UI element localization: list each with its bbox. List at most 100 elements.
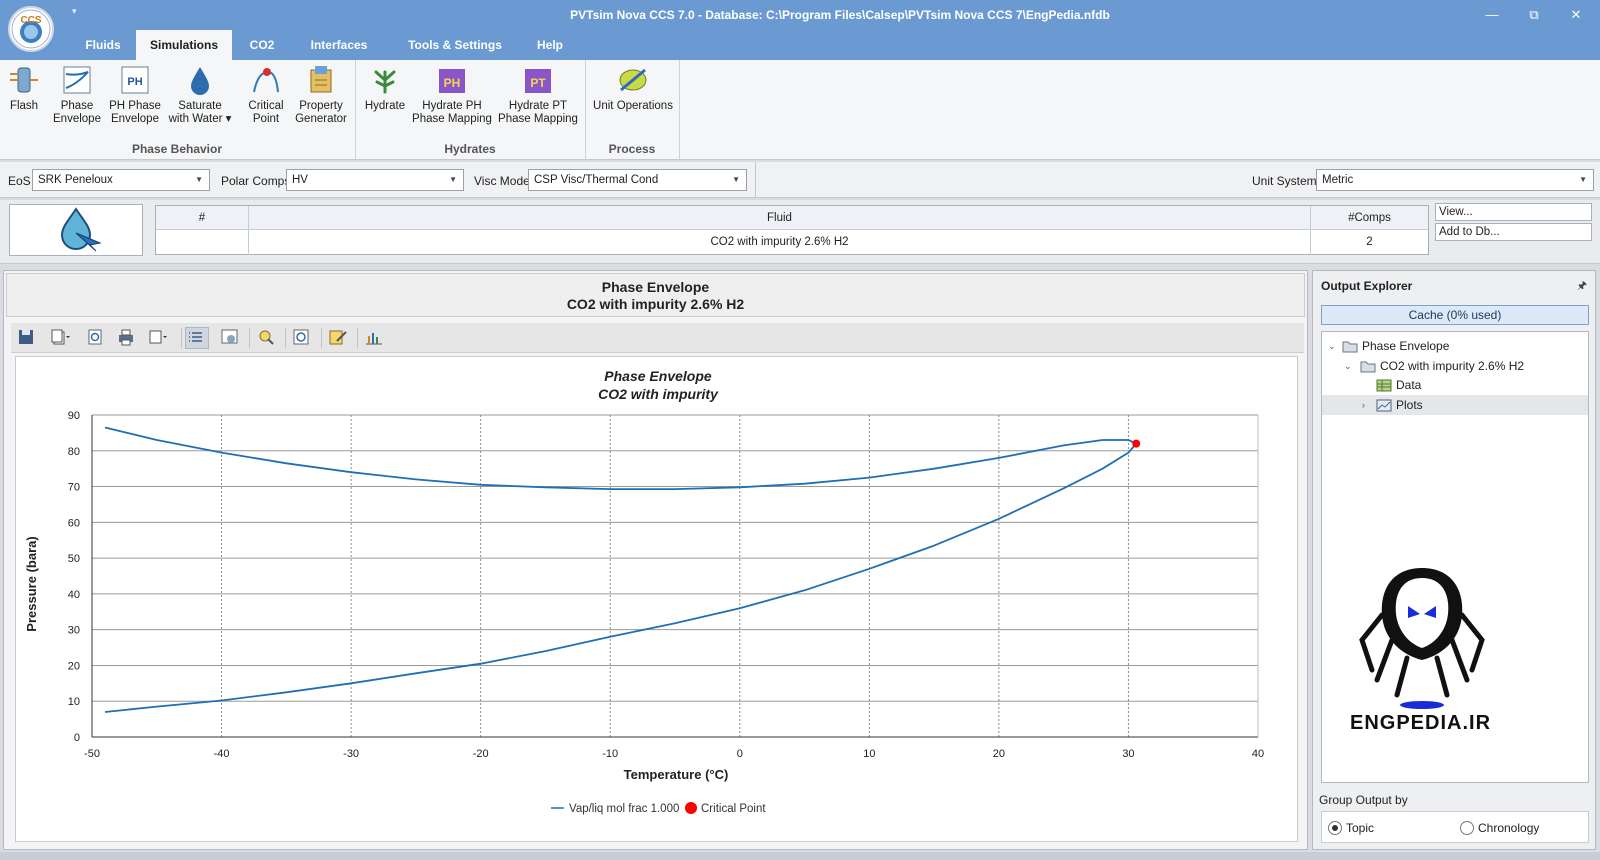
property-generator-button[interactable]: Property Generator — [292, 64, 350, 126]
close-button[interactable]: ✕ — [1558, 4, 1594, 26]
tab-co2[interactable]: CO2 — [234, 30, 290, 60]
flash-button[interactable]: Flash — [2, 64, 46, 113]
tab-fluids[interactable]: Fluids — [72, 30, 134, 60]
view-button[interactable]: View... — [1435, 203, 1592, 221]
property-generator-label-2: Generator — [295, 113, 347, 125]
fluid-drop-arrow-icon — [60, 207, 102, 252]
y-tick-label: 30 — [68, 625, 80, 637]
chart-grid — [91, 414, 1259, 738]
fluid-picker-button[interactable] — [9, 204, 143, 256]
radio-topic-label: Topic — [1346, 821, 1375, 835]
water-drop-icon — [191, 67, 209, 95]
property-generator-icon — [310, 66, 332, 93]
legend-series-label: Vap/liq mol frac 1.000 — [569, 803, 679, 815]
folder-icon — [1360, 361, 1376, 373]
radio-topic[interactable] — [1328, 821, 1342, 835]
restore-button[interactable]: ⧉ — [1516, 4, 1552, 26]
unit-operations-label: Unit Operations — [593, 100, 673, 112]
chart-icon[interactable] — [363, 327, 387, 349]
unit-system-select[interactable]: Metric ▼ — [1316, 169, 1594, 191]
group-output-label: Group Output by — [1319, 793, 1408, 807]
hydrate-ph-mapping-button[interactable]: PH Hydrate PH Phase Mapping — [412, 64, 492, 126]
radio-chronology[interactable] — [1460, 821, 1474, 835]
expand-icon[interactable]: › — [1362, 395, 1365, 415]
expand-icon[interactable]: ⌄ — [1344, 356, 1352, 376]
minimize-button[interactable]: — — [1474, 4, 1510, 26]
tab-tools-settings[interactable]: Tools & Settings — [390, 30, 520, 60]
critical-point-button[interactable]: Critical Point — [242, 64, 290, 126]
ph-phase-envelope-label-1: PH Phase — [109, 100, 161, 112]
tree-item-plots[interactable]: › Plots — [1322, 395, 1588, 415]
tree-item-fluid[interactable]: ⌄ CO2 with impurity 2.6% H2 — [1322, 356, 1588, 376]
y-tick-label: 10 — [68, 696, 80, 708]
hydrate-pt-icon: PT — [525, 69, 551, 93]
copy-icon[interactable] — [49, 327, 73, 349]
saturate-with-water-button[interactable]: Saturate with Water ▾ — [164, 64, 236, 126]
hydrate-pt-mapping-button[interactable]: PT Hydrate PT Phase Mapping — [496, 64, 580, 126]
critical-point-label-1: Critical — [248, 100, 284, 112]
y-tick-label: 20 — [68, 660, 80, 672]
engpedia-watermark: ENGPEDIA.IR — [1350, 560, 1492, 734]
spider-logo-icon — [1359, 568, 1485, 709]
y-tick-label: 70 — [68, 482, 80, 494]
pin-icon[interactable]: 🖈 — [1577, 277, 1587, 296]
fluid-selection-area: # Fluid #Comps CO2 with impurity 2.6% H2… — [0, 200, 1600, 264]
toolbar-separator — [321, 328, 322, 348]
polar-comps-select[interactable]: HV ▼ — [286, 169, 464, 191]
polar-comps-value: HV — [292, 174, 308, 186]
expand-icon[interactable]: ⌄ — [1328, 336, 1336, 356]
group-output-options: Topic Chronology — [1321, 811, 1589, 843]
phase-envelope-icon — [63, 66, 91, 94]
cell-comps: 2 — [1366, 236, 1373, 248]
zoom-icon[interactable] — [85, 327, 109, 349]
x-tick-label: -30 — [343, 748, 359, 760]
chevron-down-icon: ▼ — [449, 175, 457, 184]
tab-help[interactable]: Help — [522, 30, 578, 60]
y-tick-label: 50 — [68, 553, 80, 565]
add-to-db-button[interactable]: Add to Db... — [1435, 223, 1592, 241]
edit-icon[interactable] — [327, 327, 351, 349]
zoom-in-icon[interactable] — [255, 327, 279, 349]
unit-system-value: Metric — [1322, 174, 1354, 186]
chevron-down-icon: ▼ — [1579, 175, 1587, 184]
plot-icon — [1376, 399, 1392, 412]
zoom-extent-icon[interactable] — [291, 327, 315, 349]
tab-interfaces[interactable]: Interfaces — [292, 30, 386, 60]
x-tick-label: 0 — [737, 748, 743, 760]
export-icon[interactable] — [147, 327, 171, 349]
hydrate-button[interactable]: Hydrate — [360, 64, 410, 113]
cell-fluid: CO2 with impurity 2.6% H2 — [249, 230, 1311, 255]
svg-text:PH: PH — [444, 76, 461, 90]
unit-operations-button[interactable]: Unit Operations — [590, 64, 676, 113]
ph-phase-envelope-button[interactable]: PH PH Phase Envelope — [106, 64, 164, 126]
x-axis-label: Temperature (°C) — [624, 767, 729, 782]
eos-select[interactable]: SRK Peneloux ▼ — [32, 169, 210, 191]
phase-envelope-button[interactable]: Phase Envelope — [50, 64, 104, 126]
plot-area[interactable]: 0 10 20 30 40 50 60 70 80 90 -50 -40 -30 -20 -10 0 10 20 3… — [15, 356, 1298, 842]
hydrate-pt-label-1: Hydrate PT — [508, 100, 568, 112]
y-tick-label: 80 — [68, 446, 80, 458]
toolbar-separator — [357, 328, 358, 348]
window-title: PVTsim Nova CCS 7.0 - Database: C:\Progr… — [570, 8, 1110, 22]
document-subtitle: CO2 with impurity 2.6% H2 — [566, 296, 745, 312]
phase-envelope-chart[interactable]: 0 10 20 30 40 50 60 70 80 90 -50 -40 -30 -20 -10 0 10 20 3… — [16, 357, 1297, 841]
svg-text:PT: PT — [530, 76, 546, 90]
plot-settings-icon[interactable] — [219, 327, 243, 349]
phase-envelope-label-2: Envelope — [53, 113, 101, 125]
radio-chronology-label: Chronology — [1478, 821, 1540, 835]
model-bar: EoS SRK Peneloux ▼ Polar Comps HV ▼ Visc M… — [0, 162, 1600, 198]
hydrate-icon — [374, 70, 396, 94]
visc-model-select[interactable]: CSP Visc/Thermal Cond ▼ — [528, 169, 747, 191]
table-view-icon[interactable] — [185, 327, 209, 349]
cache-button[interactable]: Cache (0% used) — [1321, 305, 1589, 325]
tree-item-data[interactable]: Data — [1322, 375, 1588, 395]
save-icon[interactable] — [15, 327, 39, 349]
tree-label: Plots — [1396, 398, 1423, 412]
output-tree: ⌄ Phase Envelope ⌄ CO2 with impurity 2.6… — [1321, 331, 1589, 783]
print-icon[interactable] — [115, 327, 139, 349]
tab-simulations[interactable]: Simulations — [136, 30, 232, 60]
chevron-down-icon: ▼ — [732, 175, 740, 184]
app-logo[interactable]: CCS — [8, 6, 54, 52]
x-tick-label: 30 — [1122, 748, 1134, 760]
tree-item-phase-envelope[interactable]: ⌄ Phase Envelope — [1322, 336, 1588, 356]
